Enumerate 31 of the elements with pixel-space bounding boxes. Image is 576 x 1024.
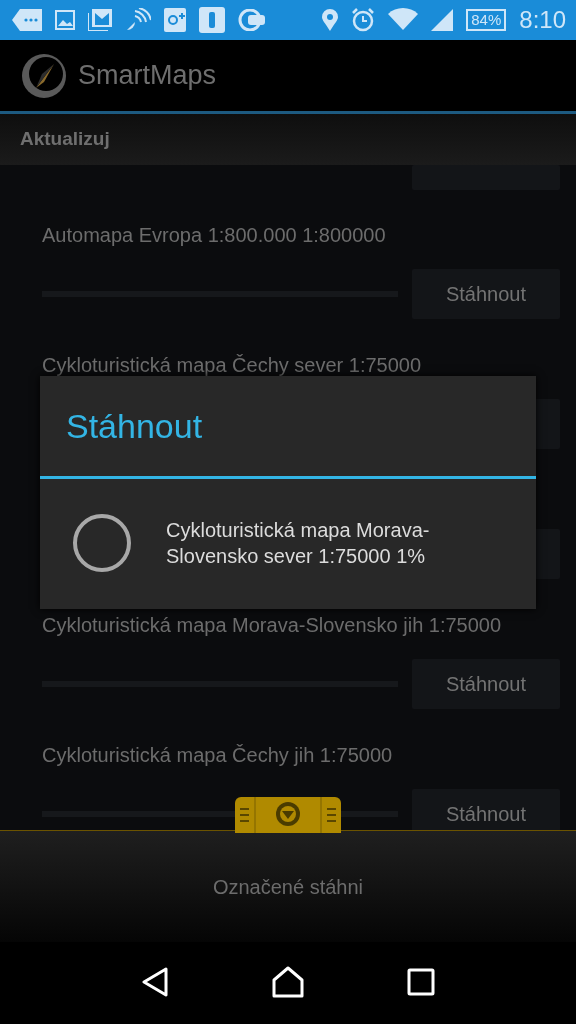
section-title: Aktualizuj [20,127,110,152]
recents-icon[interactable] [406,967,435,996]
clock: 8:10 [519,5,566,35]
map-title: Automapa Evropa 1:800.000 1:800000 [42,223,387,247]
download-button[interactable]: Stáhnout [412,659,560,709]
wifi-icon [388,8,419,32]
loading-spinner [72,512,132,573]
dialog-title: Stáhnout [66,405,203,447]
download-button[interactable]: Stáhnout [412,789,560,830]
badge-icon [238,9,266,31]
social-icon [164,8,186,32]
signal-waves-icon [125,8,151,32]
location-icon [322,9,339,31]
home-icon[interactable] [272,965,304,998]
battery-level: 84% [466,9,507,31]
compass-logo [20,51,68,100]
image-icon [55,10,75,30]
alarm-icon [351,8,376,32]
map-title: Cykloturistická mapa Morava-Slovensko jih 1:75000 [42,613,503,637]
drawer-handle[interactable] [235,797,341,833]
app-title: SmartMaps [78,59,217,93]
map-title: Cykloturistická mapa Čechy sever 1:75000 [42,353,423,377]
notification-icon [12,9,42,31]
download-button[interactable]: Stáhnout [412,269,560,319]
back-icon[interactable] [141,966,170,997]
download-selected-button[interactable]: Označené stáhni [206,870,370,903]
map-title: Cykloturistická mapa Čechy jih 1:75000 [42,743,394,767]
mail-icon [88,9,112,31]
app-icon [199,7,225,33]
cell-signal-icon [431,9,454,31]
dialog-message: Cykloturistická mapa Morava-Slovensko sever 1:75000 1% [166,517,431,569]
